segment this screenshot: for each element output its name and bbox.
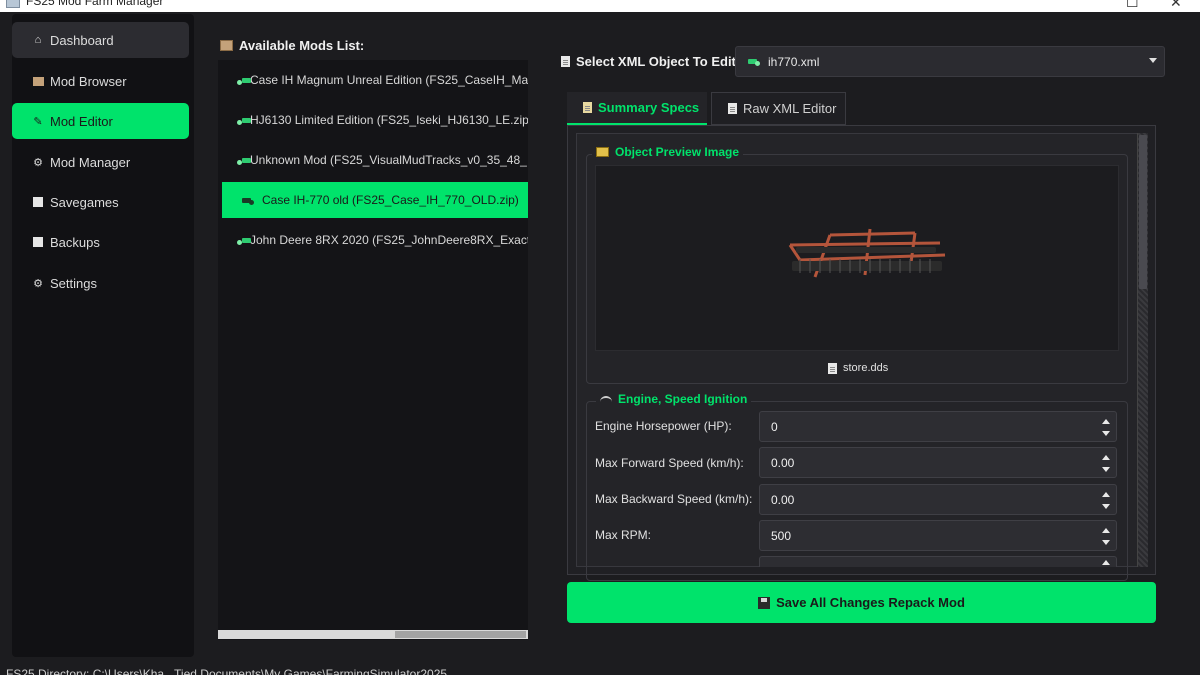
gear-icon: ⚙ [33,156,43,169]
sidebar-item-mod-manager[interactable]: ⚙ Mod Manager [12,144,189,180]
max-forward-speed-spinbox[interactable]: 0.00 [759,447,1117,478]
spin-down-icon[interactable] [1102,431,1110,436]
sidebar-item-mod-browser[interactable]: Mod Browser [12,63,189,99]
document-icon [561,56,570,67]
status-bar: FS25 Directory: C:\Users\Kha...Tied Docu… [6,667,448,675]
engine-hp-label: Engine Horsepower (HP): [595,419,732,433]
spin-up-icon[interactable] [1102,560,1110,565]
xml-object-select[interactable]: ih770.xml [735,46,1165,77]
maximize-button[interactable]: ☐ [1126,0,1139,11]
tab-summary-specs[interactable]: Summary Specs [567,92,707,125]
close-button[interactable]: ✕ [1170,0,1182,11]
document-icon [728,103,737,114]
select-xml-label-text: Select XML Object To Edit: [576,54,741,69]
spin-up-icon[interactable] [1102,455,1110,460]
title-bar: FS25 Mod Farm Manager ☐ ✕ [0,0,1200,12]
save-icon [32,236,44,248]
max-backward-speed-spinbox[interactable]: 0.00 [759,484,1117,515]
gauge-icon [600,396,612,402]
sidebar-item-backups[interactable]: Backups [12,224,189,260]
preview-group-title-label: Object Preview Image [615,145,740,159]
scrollbar-thumb[interactable] [1139,135,1147,289]
sidebar-item-label: Dashboard [50,32,114,48]
disc-harrow-image [788,228,946,278]
mods-list-title: Available Mods List: [220,38,364,53]
max-backward-speed-label: Max Backward Speed (km/h): [595,492,753,506]
list-item[interactable]: John Deere 8RX 2020 (FS25_JohnDeere8RX_E… [222,222,528,258]
list-item[interactable]: HJ6130 Limited Edition (FS25_Iseki_HJ613… [222,102,528,138]
next-field-spinbox[interactable] [759,556,1117,567]
preview-file-label: store.dds [828,362,888,374]
spin-down-icon[interactable] [1102,540,1110,545]
list-item-label: HJ6130 Limited Edition (FS25_Iseki_HJ613… [250,113,528,127]
select-xml-label: Select XML Object To Edit: [561,54,740,69]
box-icon [220,40,233,51]
mods-list-horizontal-scrollbar[interactable] [218,630,528,639]
chevron-down-icon [1149,58,1157,63]
spinbox-value: 500 [771,529,792,543]
sidebar-item-savegames[interactable]: Savegames [12,184,189,220]
app-icon [6,0,20,8]
spinbox-value: 0 [771,420,778,434]
spin-up-icon[interactable] [1102,492,1110,497]
save-repack-button[interactable]: Save All Changes Repack Mod [567,582,1156,623]
spin-up-icon[interactable] [1102,419,1110,424]
tab-label: Raw XML Editor [743,101,837,116]
save-icon [32,196,44,208]
engine-group-title: Engine, Speed Ignition [596,392,752,406]
window-title: FS25 Mod Farm Manager [26,0,164,8]
sidebar: ⌂ Dashboard Mod Browser ✎ Mod Editor ⚙ M… [12,14,194,657]
scrollbar-thumb[interactable] [395,631,526,638]
engine-group-title-label: Engine, Speed Ignition [618,392,748,406]
sidebar-item-label: Mod Editor [50,113,113,129]
editor-vertical-scrollbar[interactable] [1137,133,1148,567]
tab-raw-xml-editor[interactable]: Raw XML Editor [711,92,846,125]
sidebar-item-dashboard[interactable]: ⌂ Dashboard [12,22,189,58]
pencil-icon: ✎ [33,115,43,128]
spin-up-icon[interactable] [1102,528,1110,533]
xml-object-select-value: ih770.xml [768,54,820,69]
sidebar-item-settings[interactable]: ⚙ Settings [12,265,189,301]
tractor-icon [242,196,254,205]
preview-group-title: Object Preview Image [592,145,744,159]
list-item-label: Case IH-770 old (FS25_Case_IH_770_OLD.zi… [262,193,519,207]
spinbox-value: 0.00 [771,493,795,507]
image-icon [596,147,609,157]
gear-icon: ⚙ [33,277,43,290]
tab-label: Summary Specs [598,100,700,115]
max-forward-speed-label: Max Forward Speed (km/h): [595,456,744,470]
home-icon: ⌂ [34,34,42,46]
engine-hp-spinbox[interactable]: 0 [759,411,1117,442]
document-icon [828,362,837,374]
save-repack-button-label: Save All Changes Repack Mod [776,595,965,610]
mods-list: Case IH Magnum Unreal Edition (FS25_Case… [218,60,528,640]
document-icon [583,102,592,113]
mods-list-title-label: Available Mods List: [239,38,365,53]
spin-down-icon[interactable] [1102,504,1110,509]
sidebar-item-label: Mod Manager [50,154,131,170]
list-item-selected[interactable]: Case IH-770 old (FS25_Case_IH_770_OLD.zi… [222,182,528,218]
max-rpm-label: Max RPM: [595,528,652,542]
max-rpm-spinbox[interactable]: 500 [759,520,1117,551]
spin-down-icon[interactable] [1102,467,1110,472]
sidebar-item-mod-editor[interactable]: ✎ Mod Editor [12,103,189,139]
sidebar-item-label: Settings [50,275,97,291]
box-icon [32,75,44,87]
tractor-icon [748,57,760,66]
preview-file-name: store.dds [843,362,889,374]
sidebar-item-label: Savegames [50,194,119,210]
list-item[interactable]: Unknown Mod (FS25_VisualMudTracks_v0_35_… [222,142,528,178]
floppy-disk-icon [758,596,771,609]
sidebar-item-label: Backups [50,234,100,250]
spinbox-value: 0.00 [771,456,795,470]
list-item-label: John Deere 8RX 2020 (FS25_JohnDeere8RX_E… [250,233,528,247]
list-item[interactable]: Case IH Magnum Unreal Edition (FS25_Case… [222,62,528,98]
list-item-label: Unknown Mod (FS25_VisualMudTracks_v0_35_… [250,153,528,167]
list-item-label: Case IH Magnum Unreal Edition (FS25_Case… [250,73,528,87]
sidebar-item-label: Mod Browser [50,73,127,89]
